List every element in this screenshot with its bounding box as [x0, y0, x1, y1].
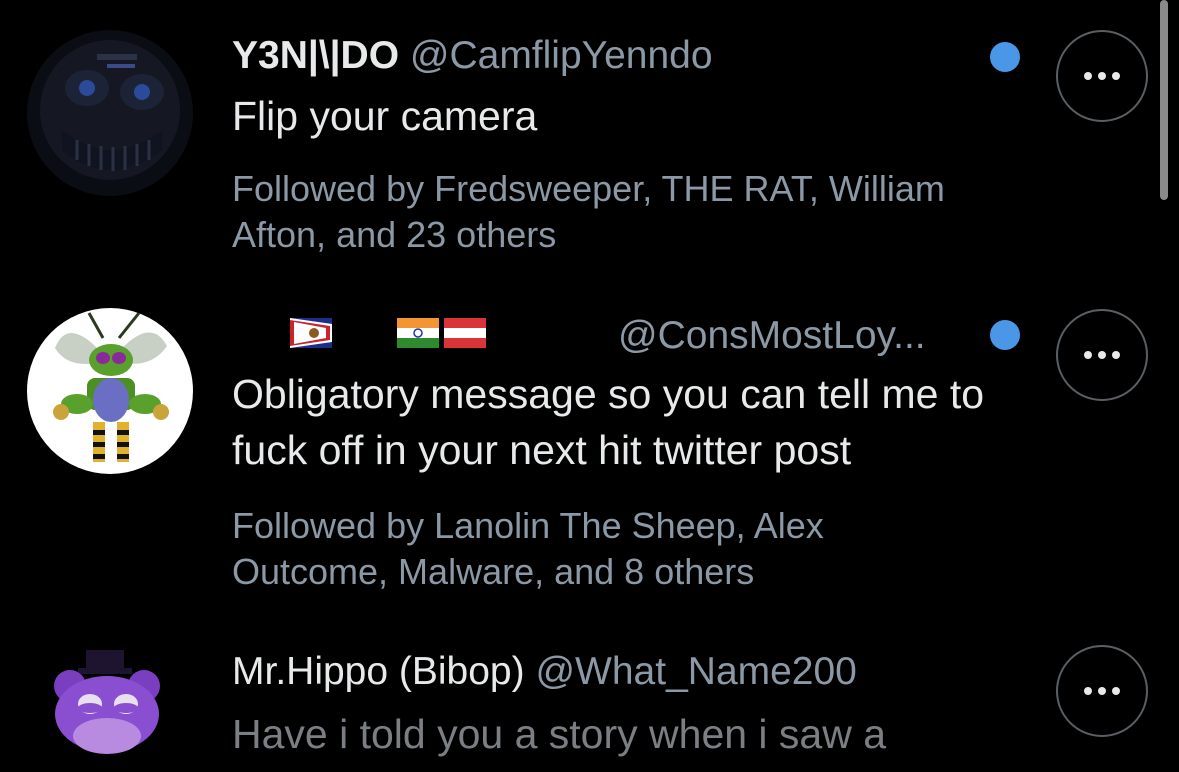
display-name[interactable]: Mr.Hippo (Bibop)	[232, 650, 525, 693]
name-line: @ConsMostLoy...	[618, 312, 926, 360]
dot-icon	[1084, 72, 1092, 80]
more-options-button[interactable]	[1056, 30, 1148, 122]
wasp-robot-avatar-icon	[27, 308, 193, 474]
avatar[interactable]	[27, 308, 193, 474]
american-samoa-flag-icon	[290, 318, 332, 348]
name-line: Mr.Hippo (Bibop) @What_Name200	[232, 648, 857, 696]
user-bio: Flip your camera	[232, 93, 538, 139]
india-flag-icon	[397, 318, 439, 348]
dot-icon	[1084, 351, 1092, 359]
purple-hippo-avatar-icon	[42, 642, 172, 772]
verified-dot	[990, 42, 1020, 72]
more-options-button[interactable]	[1056, 645, 1148, 737]
dot-icon	[1112, 351, 1120, 359]
dot-icon	[1098, 72, 1106, 80]
display-name[interactable]: Y3N|\|DO	[232, 34, 399, 77]
user-handle[interactable]: @ConsMostLoy...	[618, 314, 926, 357]
dot-icon	[1098, 687, 1106, 695]
avatar[interactable]	[27, 30, 193, 196]
user-handle[interactable]: @What_Name200	[535, 650, 856, 693]
user-handle[interactable]: @CamflipYenndo	[410, 34, 713, 77]
avatar[interactable]	[42, 642, 172, 772]
dot-icon	[1112, 72, 1120, 80]
verified-dot	[990, 320, 1020, 350]
dot-icon	[1098, 351, 1106, 359]
dark-animatronic-avatar-icon	[27, 30, 193, 196]
followed-by-text: Followed by Lanolin The Sheep, Alex Outc…	[232, 505, 824, 592]
user-bio: Have i told you a story when i saw a	[232, 711, 887, 757]
more-options-button[interactable]	[1056, 309, 1148, 401]
user-bio: Obligatory message so you can tell me to…	[232, 371, 985, 473]
user-row[interactable]: Y3N|\|DO @CamflipYenndo Flip your camera…	[0, 30, 1179, 270]
name-line: Y3N|\|DO @CamflipYenndo	[232, 32, 713, 80]
dot-icon	[1084, 687, 1092, 695]
austria-flag-icon	[444, 318, 486, 348]
dot-icon	[1112, 687, 1120, 695]
followed-by-text: Followed by Fredsweeper, THE RAT, Willia…	[232, 168, 945, 255]
